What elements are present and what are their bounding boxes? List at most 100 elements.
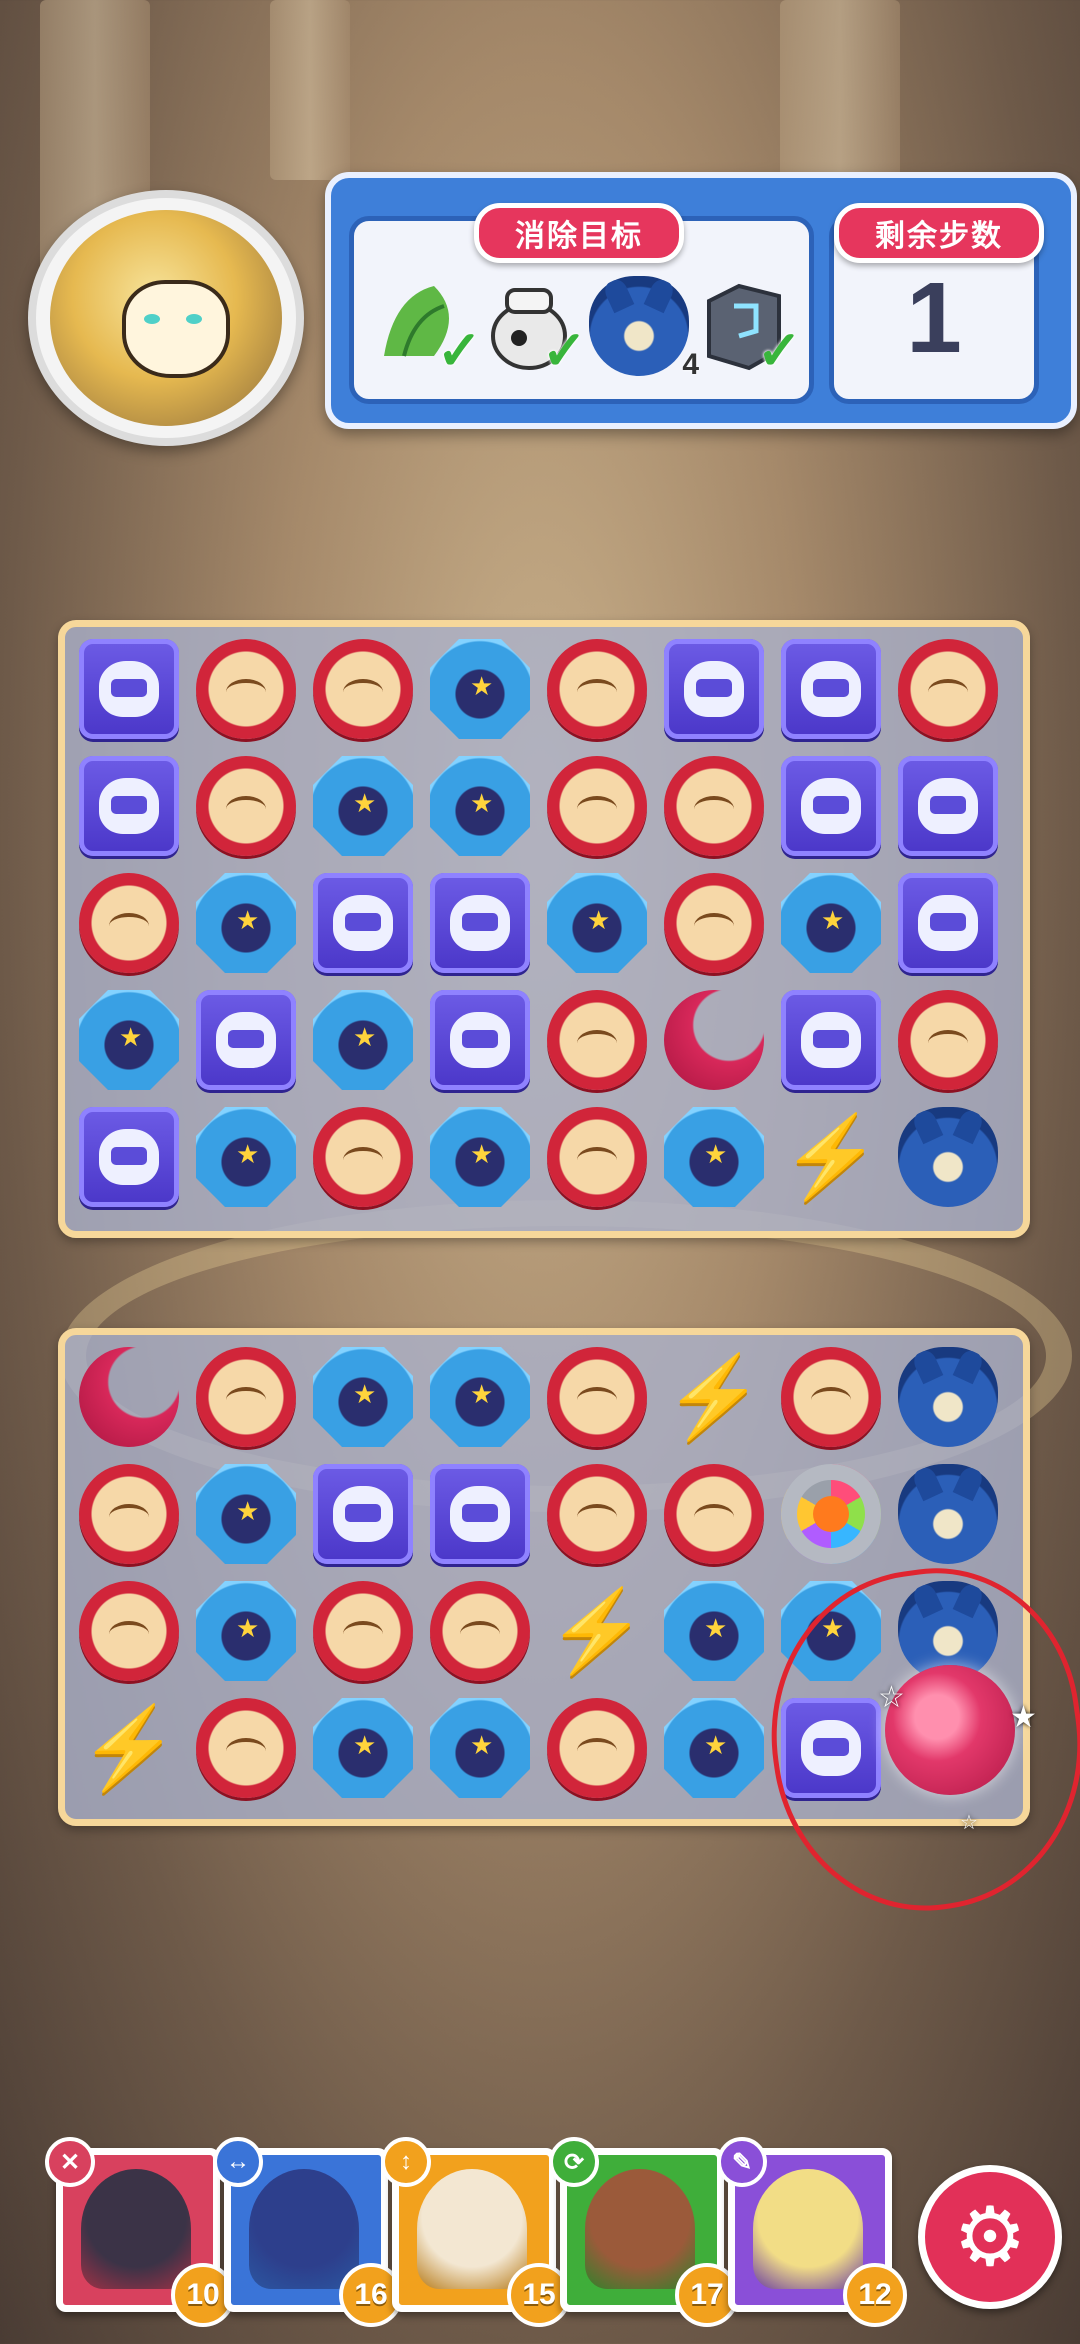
purple-tile[interactable] xyxy=(430,873,530,973)
purple-tile[interactable] xyxy=(313,873,413,973)
board-cell[interactable] xyxy=(311,1462,415,1566)
hero-card[interactable]: ✕ 10 xyxy=(45,2137,235,2327)
red-tile[interactable] xyxy=(547,639,647,739)
spider-tile[interactable] xyxy=(898,1464,998,1564)
blue-tile[interactable] xyxy=(664,1107,764,1207)
board-cell[interactable] xyxy=(545,871,649,975)
spider-tile[interactable] xyxy=(898,1107,998,1207)
board-cell[interactable] xyxy=(428,1579,532,1683)
board-cell[interactable] xyxy=(194,754,298,858)
red-tile[interactable] xyxy=(547,1347,647,1447)
purple-tile[interactable] xyxy=(781,639,881,739)
red-tile[interactable] xyxy=(781,1347,881,1447)
board-cell[interactable] xyxy=(311,871,415,975)
board-cell[interactable] xyxy=(428,1105,532,1209)
blue-tile[interactable] xyxy=(430,1698,530,1798)
red-tile[interactable] xyxy=(313,639,413,739)
red-tile[interactable] xyxy=(196,756,296,856)
board-cell[interactable] xyxy=(662,754,766,858)
hero-card[interactable]: ↔ 16 xyxy=(213,2137,403,2327)
board-cell[interactable] xyxy=(77,988,181,1092)
purple-tile[interactable] xyxy=(781,756,881,856)
blue-tile[interactable] xyxy=(430,756,530,856)
blue-tile[interactable] xyxy=(547,873,647,973)
disco-tile[interactable] xyxy=(781,1464,881,1564)
board-cell[interactable] xyxy=(896,1462,1000,1566)
board-cell[interactable] xyxy=(545,1345,649,1449)
board-cell[interactable] xyxy=(545,754,649,858)
board-cell[interactable] xyxy=(428,1345,532,1449)
bolt-tile[interactable]: ⚡ xyxy=(781,1107,881,1207)
hero-card[interactable]: ⟳ 17 xyxy=(549,2137,739,2327)
purple-tile[interactable] xyxy=(898,756,998,856)
board-cell[interactable] xyxy=(428,637,532,741)
board-cell[interactable] xyxy=(662,1462,766,1566)
board-cell[interactable]: ⚡ xyxy=(77,1696,181,1800)
blue-tile[interactable] xyxy=(781,873,881,973)
board-cell[interactable] xyxy=(77,871,181,975)
board-cell[interactable] xyxy=(779,988,883,1092)
blue-tile[interactable] xyxy=(196,873,296,973)
blue-tile[interactable] xyxy=(430,1347,530,1447)
board-cell[interactable] xyxy=(896,1345,1000,1449)
board-cell[interactable] xyxy=(311,1696,415,1800)
purple-tile[interactable] xyxy=(79,1107,179,1207)
board-cell[interactable] xyxy=(194,871,298,975)
blue-tile[interactable] xyxy=(196,1581,296,1681)
board-cell[interactable] xyxy=(311,1105,415,1209)
purple-tile[interactable] xyxy=(313,1464,413,1564)
blue-tile[interactable] xyxy=(313,756,413,856)
board-cell[interactable] xyxy=(311,637,415,741)
board-cell[interactable] xyxy=(77,754,181,858)
board-cell[interactable] xyxy=(194,988,298,1092)
moon-tile[interactable] xyxy=(79,1347,179,1447)
board-cell[interactable] xyxy=(428,1696,532,1800)
board-cell[interactable] xyxy=(194,1462,298,1566)
red-tile[interactable] xyxy=(664,756,764,856)
board-cell[interactable] xyxy=(662,1105,766,1209)
board-cell[interactable] xyxy=(662,637,766,741)
red-tile[interactable] xyxy=(313,1581,413,1681)
blue-tile[interactable] xyxy=(430,639,530,739)
blue-tile[interactable] xyxy=(664,1698,764,1798)
board-cell[interactable] xyxy=(77,637,181,741)
board-cell[interactable] xyxy=(896,1105,1000,1209)
board-cell[interactable] xyxy=(779,754,883,858)
blue-tile[interactable] xyxy=(313,1698,413,1798)
board-cell[interactable] xyxy=(662,1579,766,1683)
board-cell[interactable] xyxy=(194,1579,298,1683)
board-cell[interactable] xyxy=(311,1579,415,1683)
bolt-tile[interactable]: ⚡ xyxy=(664,1347,764,1447)
red-tile[interactable] xyxy=(79,873,179,973)
red-tile[interactable] xyxy=(313,1107,413,1207)
blue-tile[interactable] xyxy=(313,990,413,1090)
board-cell[interactable] xyxy=(545,1105,649,1209)
board-cell[interactable] xyxy=(896,871,1000,975)
board-cell[interactable] xyxy=(428,754,532,858)
purple-tile[interactable] xyxy=(79,756,179,856)
red-tile[interactable] xyxy=(664,1464,764,1564)
board-cell[interactable] xyxy=(779,1345,883,1449)
red-tile[interactable] xyxy=(898,639,998,739)
board-cell[interactable] xyxy=(194,1105,298,1209)
blue-tile[interactable] xyxy=(196,1107,296,1207)
purple-tile[interactable] xyxy=(430,1464,530,1564)
red-tile[interactable] xyxy=(547,756,647,856)
bolt-tile[interactable]: ⚡ xyxy=(547,1581,647,1681)
bolt-tile[interactable]: ⚡ xyxy=(79,1698,179,1798)
board-cell[interactable] xyxy=(662,1696,766,1800)
board-cell[interactable]: ⚡ xyxy=(779,1105,883,1209)
red-tile[interactable] xyxy=(430,1581,530,1681)
red-tile[interactable] xyxy=(898,990,998,1090)
board-cell[interactable] xyxy=(545,988,649,1092)
hero-card[interactable]: ✎ 12 xyxy=(717,2137,907,2327)
moon-tile[interactable] xyxy=(664,990,764,1090)
red-tile[interactable] xyxy=(547,1107,647,1207)
board-cell[interactable] xyxy=(428,988,532,1092)
board-cell[interactable] xyxy=(77,1462,181,1566)
board-cell[interactable] xyxy=(896,988,1000,1092)
board-cell[interactable] xyxy=(662,871,766,975)
red-tile[interactable] xyxy=(196,1698,296,1798)
board-cell[interactable] xyxy=(77,1345,181,1449)
red-tile[interactable] xyxy=(196,1347,296,1447)
